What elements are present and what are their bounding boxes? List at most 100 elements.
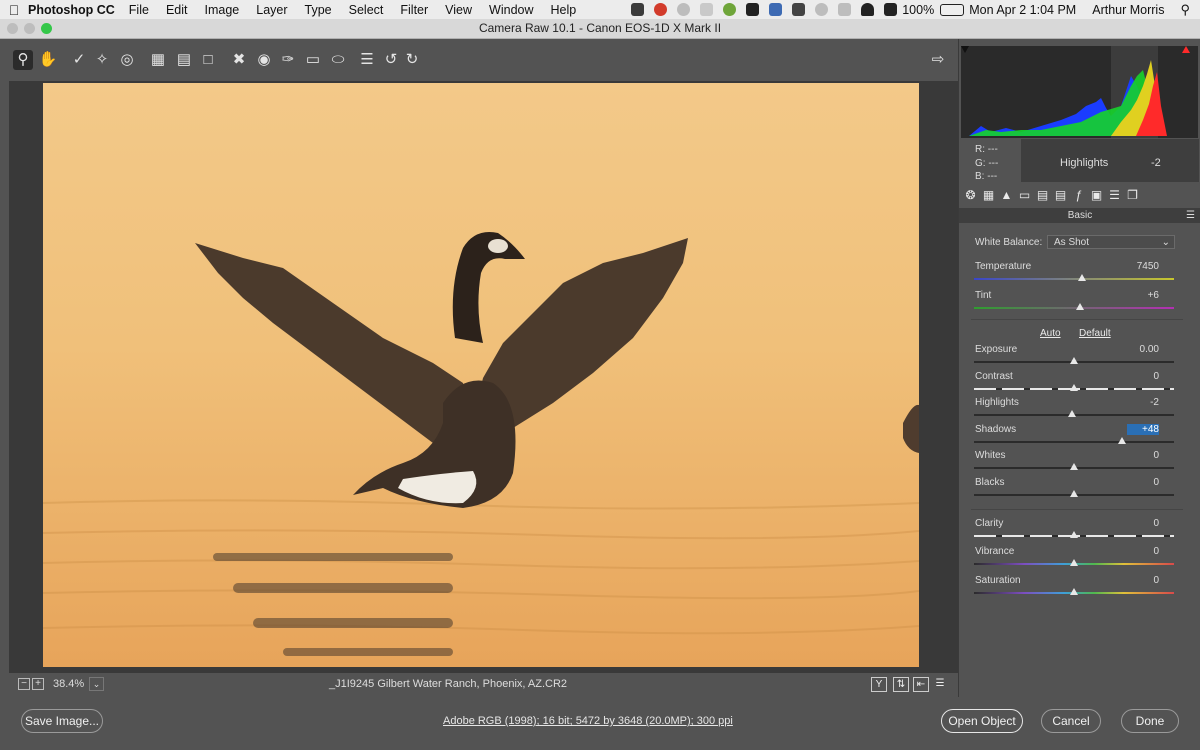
crop-tool-icon[interactable]: ▦ bbox=[148, 50, 168, 70]
done-button[interactable]: Done bbox=[1121, 709, 1179, 733]
menu-layer[interactable]: Layer bbox=[256, 3, 287, 17]
whites-slider-thumb[interactable] bbox=[1070, 463, 1078, 470]
zoom-in-button[interactable]: + bbox=[32, 678, 44, 690]
menu-edit[interactable]: Edit bbox=[166, 3, 188, 17]
swap-before-after-icon[interactable]: ⇅ bbox=[893, 677, 909, 692]
color-sampler-icon[interactable]: ✧ bbox=[92, 50, 112, 70]
apple-icon[interactable]:  bbox=[0, 2, 28, 18]
user-name[interactable]: Arthur Morris bbox=[1092, 3, 1164, 17]
temperature-slider-track[interactable] bbox=[974, 278, 1174, 280]
tint-slider-track[interactable] bbox=[974, 307, 1174, 309]
menu-select[interactable]: Select bbox=[349, 3, 384, 17]
preferences-list-icon[interactable]: ☰ bbox=[357, 50, 377, 70]
zoom-window-button[interactable] bbox=[41, 23, 52, 34]
white-balance-eyedropper-icon[interactable]: ✓ bbox=[69, 50, 89, 70]
exposure-slider-thumb[interactable] bbox=[1070, 357, 1078, 364]
snapshots-tab-icon[interactable]: ❐ bbox=[1126, 189, 1139, 202]
menu-window[interactable]: Window bbox=[489, 3, 533, 17]
close-window-button[interactable] bbox=[7, 23, 18, 34]
saturation-slider-thumb[interactable] bbox=[1070, 588, 1078, 595]
menu-image[interactable]: Image bbox=[205, 3, 240, 17]
highlights-slider-thumb[interactable] bbox=[1068, 410, 1076, 417]
open-object-button[interactable]: Open Object bbox=[941, 709, 1023, 733]
blacks-value-input[interactable]: 0 bbox=[1127, 477, 1159, 488]
rotate-ccw-icon[interactable]: ↺ bbox=[381, 50, 401, 70]
vibrance-slider-thumb[interactable] bbox=[1070, 559, 1078, 566]
shadows-value-input[interactable]: +48 bbox=[1127, 424, 1159, 435]
presets-tab-icon[interactable]: ☰ bbox=[1108, 189, 1121, 202]
whites-value-input[interactable]: 0 bbox=[1127, 450, 1159, 461]
clarity-slider-thumb[interactable] bbox=[1070, 531, 1078, 538]
exposure-value-input[interactable]: 0.00 bbox=[1127, 344, 1159, 355]
menu-file[interactable]: File bbox=[129, 3, 149, 17]
cancel-button[interactable]: Cancel bbox=[1041, 709, 1101, 733]
contrast-value-input[interactable]: 0 bbox=[1127, 371, 1159, 382]
zoom-dropdown[interactable]: ⌄ bbox=[89, 677, 104, 691]
straighten-tool-icon[interactable]: ▤ bbox=[174, 50, 194, 70]
saturation-value-input[interactable]: 0 bbox=[1127, 575, 1159, 586]
tone-curve-tab-icon[interactable]: ▦ bbox=[982, 189, 995, 202]
workflow-options-link[interactable]: Adobe RGB (1998); 16 bit; 5472 by 3648 (… bbox=[443, 715, 733, 727]
minimize-window-button[interactable] bbox=[24, 23, 35, 34]
panel-menu-icon[interactable]: ☰ bbox=[1186, 208, 1195, 223]
shadows-slider-thumb[interactable] bbox=[1118, 437, 1126, 444]
effects-tab-icon[interactable]: ƒ bbox=[1072, 189, 1085, 202]
temperature-slider-thumb[interactable] bbox=[1078, 274, 1086, 281]
hsl-tab-icon[interactable]: ▭ bbox=[1018, 189, 1031, 202]
rotate-cw-icon[interactable]: ↻ bbox=[402, 50, 422, 70]
zoom-out-button[interactable]: − bbox=[18, 678, 30, 690]
spot-removal-icon[interactable]: ✖ bbox=[229, 50, 249, 70]
green-s-icon[interactable] bbox=[723, 3, 737, 16]
binoculars-icon[interactable] bbox=[792, 3, 806, 16]
menubar-clock[interactable]: Mon Apr 2 1:04 PM bbox=[969, 3, 1076, 17]
menu-filter[interactable]: Filter bbox=[400, 3, 428, 17]
basic-tab-icon[interactable]: ❂ bbox=[964, 189, 977, 202]
gray-circle-icon[interactable] bbox=[677, 3, 691, 16]
time-machine-icon[interactable] bbox=[815, 3, 829, 16]
wifi-icon[interactable] bbox=[861, 3, 875, 16]
adjustment-brush-icon[interactable]: ✑ bbox=[278, 50, 298, 70]
default-link[interactable]: Default bbox=[1079, 328, 1111, 339]
app-name[interactable]: Photoshop CC bbox=[28, 3, 115, 17]
highlights-value-input[interactable]: -2 bbox=[1127, 397, 1159, 408]
transform-tool-icon[interactable]: □ bbox=[198, 50, 218, 70]
detail-tab-icon[interactable]: ▲ bbox=[1000, 189, 1013, 202]
targeted-adjustment-icon[interactable]: ◎ bbox=[117, 50, 137, 70]
temperature-value-input[interactable]: 7450 bbox=[1127, 261, 1159, 272]
contrast-slider-thumb[interactable] bbox=[1070, 384, 1078, 391]
before-after-view-button[interactable]: Y bbox=[871, 677, 887, 692]
menu-type[interactable]: Type bbox=[305, 3, 332, 17]
red-eye-icon[interactable]: ◉ bbox=[254, 50, 274, 70]
tint-slider-thumb[interactable] bbox=[1076, 303, 1084, 310]
red-badge-icon[interactable] bbox=[654, 3, 668, 16]
fullscreen-toggle-icon[interactable]: ⇨ bbox=[928, 50, 948, 70]
c-app-icon[interactable] bbox=[746, 3, 760, 16]
vibrance-value-input[interactable]: 0 bbox=[1127, 546, 1159, 557]
white-balance-select[interactable]: As Shot ⌄ bbox=[1047, 235, 1175, 249]
shadows-slider-track[interactable] bbox=[974, 441, 1174, 443]
bluetooth-icon[interactable] bbox=[838, 3, 852, 16]
clarity-value-input[interactable]: 0 bbox=[1127, 518, 1159, 529]
battery-icon[interactable] bbox=[940, 3, 965, 16]
copy-settings-icon[interactable]: ⇤ bbox=[913, 677, 929, 692]
blacks-slider-thumb[interactable] bbox=[1070, 490, 1078, 497]
lens-tab-icon[interactable]: ▤ bbox=[1054, 189, 1067, 202]
graduated-filter-icon[interactable]: ▭ bbox=[303, 50, 323, 70]
toggle-settings-icon[interactable]: ☰ bbox=[933, 677, 947, 690]
hand-tool-icon[interactable]: ✋ bbox=[38, 50, 58, 70]
split-toning-tab-icon[interactable]: ▤ bbox=[1036, 189, 1049, 202]
menu-help[interactable]: Help bbox=[551, 3, 577, 17]
shield-icon[interactable] bbox=[631, 3, 645, 16]
menu-view[interactable]: View bbox=[445, 3, 472, 17]
spotlight-search-icon[interactable]: ⚲ bbox=[1180, 2, 1190, 18]
box-icon[interactable] bbox=[769, 3, 783, 16]
save-image-button[interactable]: Save Image... bbox=[21, 709, 103, 733]
zoom-tool-icon[interactable]: ⚲ bbox=[13, 50, 33, 70]
auto-link[interactable]: Auto bbox=[1040, 328, 1061, 339]
volume-icon[interactable] bbox=[884, 3, 898, 16]
image-preview[interactable] bbox=[43, 83, 919, 667]
tint-value-input[interactable]: +6 bbox=[1127, 290, 1159, 301]
cloud-icon[interactable] bbox=[700, 3, 714, 16]
radial-filter-icon[interactable]: ⬭ bbox=[328, 50, 348, 70]
camera-calibration-tab-icon[interactable]: ▣ bbox=[1090, 189, 1103, 202]
